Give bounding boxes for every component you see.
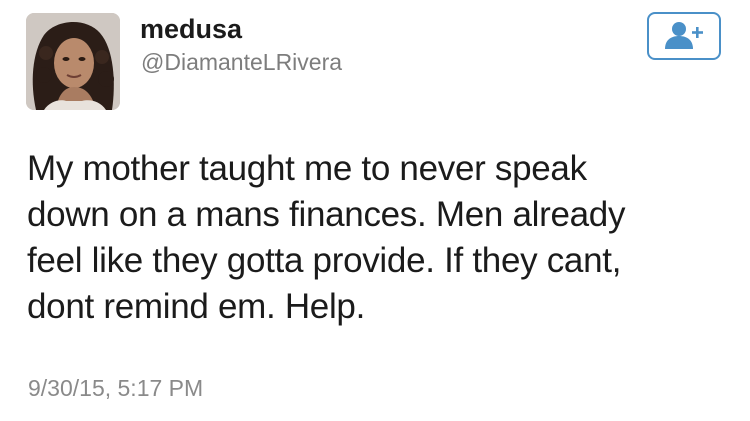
tweet-text-line: My mother taught me to never speak [27, 149, 587, 188]
profile-photo-icon [26, 13, 120, 110]
tweet-card: medusa @DiamanteLRivera My mother taught… [0, 0, 750, 421]
avatar[interactable] [26, 13, 120, 110]
add-user-icon [665, 22, 703, 49]
display-name[interactable]: medusa [140, 13, 242, 45]
tweet-text-line: dont remind em. Help. [27, 287, 366, 326]
tweet-text: My mother taught me to never speak down … [27, 146, 727, 330]
tweet-timestamp[interactable]: 9/30/15, 5:17 PM [28, 374, 203, 402]
follow-button[interactable] [647, 12, 721, 60]
tweet-text-line: down on a mans finances. Men already [27, 195, 626, 234]
tweet-text-line: feel like they gotta provide. If they ca… [27, 241, 622, 280]
user-handle[interactable]: @DiamanteLRivera [141, 48, 342, 76]
